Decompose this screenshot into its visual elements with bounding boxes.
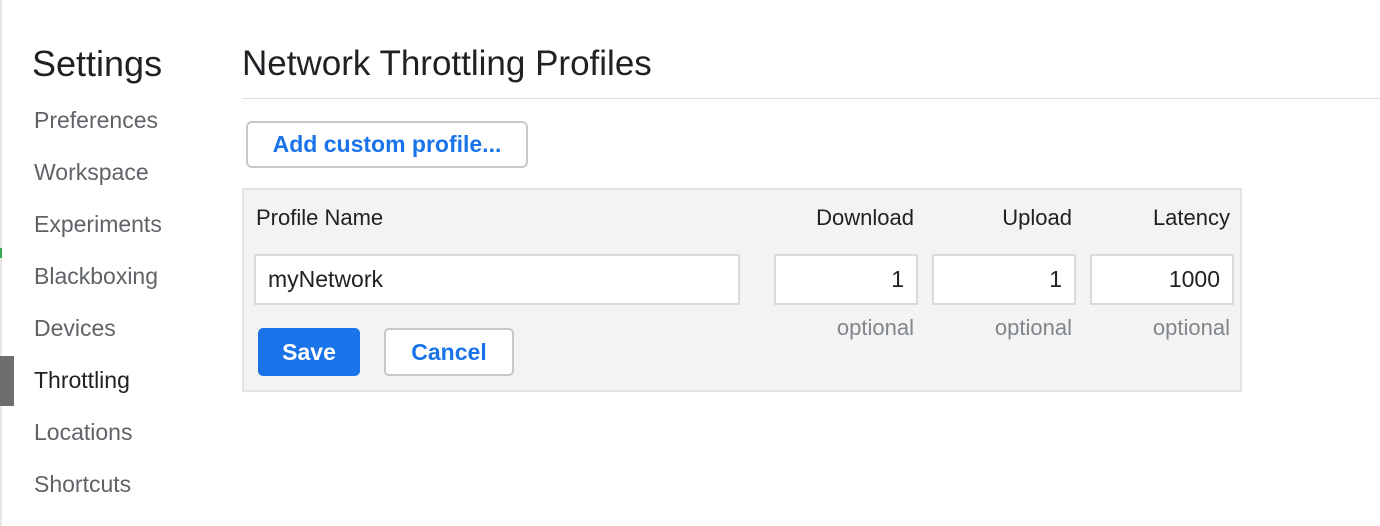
settings-nav: Preferences Workspace Experiments Blackb… (0, 94, 210, 510)
sidebar-item-devices[interactable]: Devices (0, 302, 210, 354)
add-custom-profile-button[interactable]: Add custom profile... (246, 121, 528, 168)
settings-window: Settings Preferences Workspace Experimen… (0, 0, 1380, 526)
sidebar-item-throttling[interactable]: Throttling (0, 354, 210, 406)
latency-header: Latency (1152, 205, 1230, 230)
sidebar-item-label: Workspace (34, 159, 149, 185)
page-title: Network Throttling Profiles (242, 44, 652, 83)
upload-header: Upload (1002, 205, 1072, 230)
sidebar-item-experiments[interactable]: Experiments (0, 198, 210, 250)
download-input[interactable] (774, 254, 918, 305)
throttling-panel: Network Throttling Profiles Add custom p… (242, 0, 1380, 526)
sidebar-item-label: Preferences (34, 107, 159, 133)
download-optional-hint: optional (836, 315, 914, 340)
latency-input[interactable] (1090, 254, 1234, 305)
profile-name-header: Profile Name (256, 205, 384, 230)
sidebar-item-label: Blackboxing (34, 263, 159, 289)
sidebar-item-shortcuts[interactable]: Shortcuts (0, 458, 210, 510)
cancel-button[interactable]: Cancel (384, 328, 514, 376)
settings-sidebar: Settings Preferences Workspace Experimen… (0, 0, 210, 526)
sidebar-item-workspace[interactable]: Workspace (0, 146, 210, 198)
sidebar-item-label: Shortcuts (34, 471, 132, 497)
sidebar-item-blackboxing[interactable]: Blackboxing (0, 250, 210, 302)
sidebar-item-label: Throttling (34, 367, 130, 393)
sidebar-item-label: Experiments (34, 211, 162, 237)
save-button[interactable]: Save (258, 328, 360, 376)
profile-editor: Profile Name Download Upload Latency opt… (242, 188, 1242, 392)
sidebar-item-label: Devices (34, 315, 116, 341)
latency-optional-hint: optional (1152, 315, 1230, 340)
title-divider (242, 98, 1380, 99)
upload-input[interactable] (932, 254, 1076, 305)
sidebar-item-preferences[interactable]: Preferences (0, 94, 210, 146)
profile-name-input[interactable] (254, 254, 740, 305)
sidebar-title: Settings (32, 43, 163, 84)
download-header: Download (816, 205, 914, 230)
upload-optional-hint: optional (994, 315, 1072, 340)
sidebar-item-label: Locations (34, 419, 133, 445)
sidebar-item-locations[interactable]: Locations (0, 406, 210, 458)
